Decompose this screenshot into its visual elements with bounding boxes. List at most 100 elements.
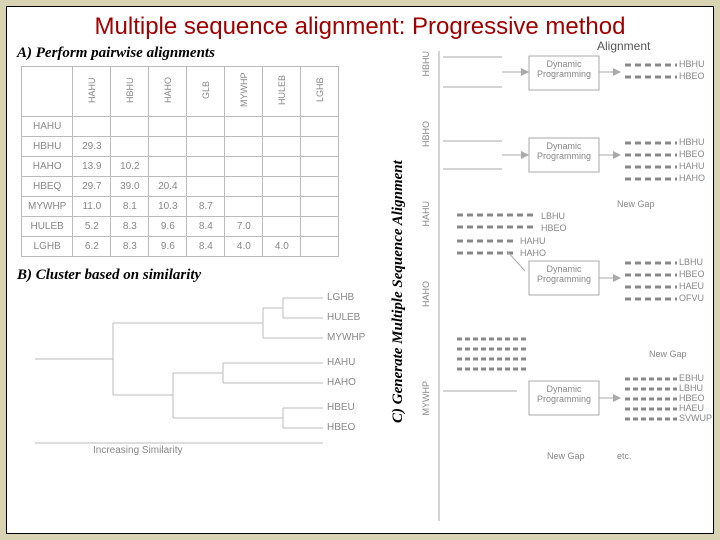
result-seq: LBHU — [679, 257, 703, 267]
result-seq: HAHO — [520, 248, 546, 258]
new-gap-label: New Gap — [547, 451, 585, 461]
new-gap-label: New Gap — [649, 349, 687, 359]
result-seq: HBEO — [679, 149, 705, 159]
matrix-cell — [225, 197, 263, 217]
result-seq: EBHU — [679, 373, 704, 383]
seq-axis-label: HAHO — [421, 281, 431, 307]
matrix-cell — [225, 137, 263, 157]
matrix-row: HAHU — [22, 117, 339, 137]
dp-box: Dynamic Programming — [532, 142, 596, 162]
matrix-row: HBEQ29.739.020.4 — [22, 177, 339, 197]
result-seq: HBHU — [679, 137, 705, 147]
leaf-label: HBEU — [327, 402, 355, 413]
matrix-cell: 39.0 — [111, 177, 149, 197]
row-head: LGHB — [22, 237, 73, 257]
matrix-cell — [301, 177, 339, 197]
matrix-cell: 29.7 — [73, 177, 111, 197]
panel-b-heading: B) Cluster based on similarity — [17, 267, 387, 284]
result-seq: HBEO — [679, 71, 705, 81]
matrix-cell — [225, 177, 263, 197]
left-column: A) Perform pairwise alignments HAHU HBHU… — [17, 43, 387, 458]
result-seq: HBHU — [679, 59, 705, 69]
row-head: HAHO — [22, 157, 73, 177]
result-seq: HAHU — [520, 236, 546, 246]
result-seq: HAEU — [679, 403, 704, 413]
matrix-cell — [111, 137, 149, 157]
matrix-cell — [263, 137, 301, 157]
dendrogram-svg — [23, 288, 363, 458]
col-head: HAHO — [163, 70, 173, 110]
result-seq: LBHU — [541, 211, 565, 221]
result-seq: HAEU — [679, 281, 704, 291]
matrix-cell — [187, 157, 225, 177]
panel-a-heading: A) Perform pairwise alignments — [17, 45, 387, 62]
matrix-cell: 29.3 — [73, 137, 111, 157]
row-head: HBEQ — [22, 177, 73, 197]
matrix-cell: 8.4 — [187, 237, 225, 257]
dp-box: Dynamic Programming — [532, 60, 596, 80]
row-head: HBHU — [22, 137, 73, 157]
matrix-cell: 4.0 — [225, 237, 263, 257]
result-seq: HAHU — [679, 161, 705, 171]
seq-axis-label: HBHO — [421, 121, 431, 147]
matrix-header-row: HAHU HBHU HAHO GLB MYWHP HULEB LGHB — [22, 67, 339, 117]
col-head: GLB — [201, 70, 211, 110]
matrix-cell: 10.3 — [149, 197, 187, 217]
col-head: HBHU — [125, 70, 135, 110]
matrix-cell: 8.3 — [111, 237, 149, 257]
etc-label: etc. — [617, 451, 632, 461]
seq-axis-label: HBHU — [421, 51, 431, 77]
matrix-cell — [187, 137, 225, 157]
matrix-cell — [263, 177, 301, 197]
dp-box: Dynamic Programming — [532, 265, 596, 285]
matrix-table: HAHU HBHU HAHO GLB MYWHP HULEB LGHB HAHU… — [21, 66, 339, 257]
matrix-cell: 8.3 — [111, 217, 149, 237]
matrix-cell — [263, 217, 301, 237]
matrix-cell: 8.7 — [187, 197, 225, 217]
row-head: MYWHP — [22, 197, 73, 217]
matrix-cell: 13.9 — [73, 157, 111, 177]
col-head: HULEB — [277, 70, 287, 110]
matrix-cell — [301, 237, 339, 257]
matrix-cell — [149, 137, 187, 157]
matrix-cell — [187, 117, 225, 137]
slide: Multiple sequence alignment: Progressive… — [6, 6, 714, 534]
dp-box: Dynamic Programming — [532, 385, 596, 405]
matrix-cell — [263, 197, 301, 217]
col-head: LGHB — [315, 70, 325, 110]
new-gap-label: New Gap — [617, 199, 655, 209]
alignment-title: Alignment — [597, 39, 650, 53]
result-seq: HBEO — [679, 393, 705, 403]
matrix-row: HULEB5.28.39.68.47.0 — [22, 217, 339, 237]
leaf-label: HBEO — [327, 422, 355, 433]
leaf-label: LGHB — [327, 292, 354, 303]
matrix-cell — [301, 157, 339, 177]
matrix-cell — [263, 157, 301, 177]
result-seq: HBEO — [679, 269, 705, 279]
matrix-cell — [111, 117, 149, 137]
result-seq: OFVU — [679, 293, 704, 303]
matrix-cell: 5.2 — [73, 217, 111, 237]
matrix-cell: 20.4 — [149, 177, 187, 197]
dendrogram: LGHB HULEB MYWHP HAHU HAHO HBEU HBEO Inc… — [23, 288, 363, 458]
result-seq: LBHU — [679, 383, 703, 393]
matrix-cell: 6.2 — [73, 237, 111, 257]
slide-title: Multiple sequence alignment: Progressive… — [17, 13, 703, 41]
matrix-cell — [73, 117, 111, 137]
matrix-cell: 9.6 — [149, 237, 187, 257]
matrix-cell: 10.2 — [111, 157, 149, 177]
dendrogram-caption: Increasing Similarity — [93, 445, 182, 456]
matrix-cell: 4.0 — [263, 237, 301, 257]
matrix-cell: 9.6 — [149, 217, 187, 237]
seq-axis-label: HAHU — [421, 201, 431, 227]
matrix-cell — [187, 177, 225, 197]
matrix-cell: 7.0 — [225, 217, 263, 237]
similarity-matrix: HAHU HBHU HAHO GLB MYWHP HULEB LGHB HAHU… — [17, 66, 387, 257]
col-head: HAHU — [87, 70, 97, 110]
leaf-label: MYWHP — [327, 332, 365, 343]
matrix-cell — [149, 157, 187, 177]
result-seq: SVWUP — [679, 413, 712, 423]
row-head: HAHU — [22, 117, 73, 137]
leaf-label: HULEB — [327, 312, 360, 323]
matrix-row: MYWHP11.08.110.38.7 — [22, 197, 339, 217]
